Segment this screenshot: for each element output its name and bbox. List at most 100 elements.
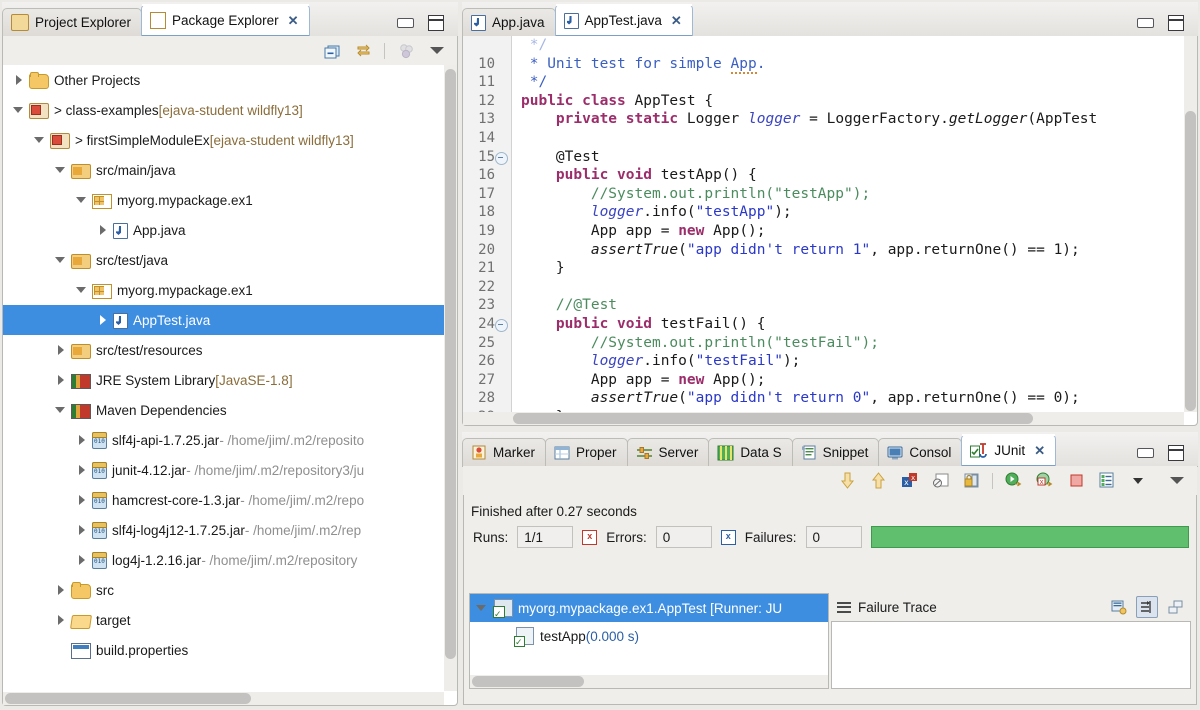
tree-item[interactable]: junit-4.12.jar - /home/jim/.m2/repositor… [3, 455, 444, 485]
tree-item-label: myorg.mypackage.ex1 [117, 192, 253, 208]
expand-arrow-closed[interactable] [76, 464, 89, 477]
package-explorer-tree[interactable]: Other Projects > class-examples [ejava-st… [3, 65, 444, 691]
tab-app-java[interactable]: App.java [462, 8, 556, 36]
package-explorer-view: Project Explorer Package Explorer ✕ Othe… [2, 2, 458, 706]
expand-arrow-open[interactable] [476, 602, 489, 615]
explorer-horizontal-scrollbar[interactable] [3, 692, 444, 705]
collapse-all-icon[interactable] [322, 41, 342, 61]
tab-package-explorer[interactable]: Package Explorer ✕ [141, 4, 310, 36]
filter-stack-trace-icon[interactable] [1136, 596, 1158, 618]
expand-arrow-closed[interactable] [76, 494, 89, 507]
tree-item[interactable]: JRE System Library [JavaSE-1.8] [3, 365, 444, 395]
show-failures-only-icon[interactable]: xx [899, 471, 919, 491]
tree-item[interactable]: target [3, 605, 444, 635]
expand-arrow-closed[interactable] [76, 554, 89, 567]
expand-arrow-open[interactable] [13, 104, 26, 117]
fold-collapse-icon[interactable] [495, 151, 508, 165]
scroll-lock-icon[interactable] [961, 471, 981, 491]
stop-test-run-icon[interactable] [1066, 471, 1086, 491]
editor-gutter[interactable]: 1011121314151617181920212223242526272829 [463, 36, 512, 412]
test-result-row-selected[interactable]: myorg.mypackage.ex1.AppTest [Runner: JU [470, 594, 828, 622]
compare-result-icon[interactable] [1109, 597, 1129, 617]
tab-marker[interactable]: Marker [462, 438, 547, 466]
test-run-history-icon[interactable] [1097, 471, 1117, 491]
results-horizontal-scrollbar[interactable] [470, 675, 828, 688]
next-failed-test-icon[interactable] [837, 471, 857, 491]
trace-view-menu-icon[interactable] [1165, 597, 1185, 617]
maximize-button[interactable] [1168, 15, 1184, 31]
tree-item[interactable]: slf4j-log4j12-1.7.25.jar - /home/jim/.m2… [3, 515, 444, 545]
editor-vertical-scrollbar[interactable] [1184, 36, 1197, 412]
expand-arrow-open[interactable] [34, 134, 47, 147]
test-results-tree[interactable]: myorg.mypackage.ex1.AppTest [Runner: JU t… [469, 593, 829, 689]
tree-item[interactable]: > class-examples [ejava-student wildfly1… [3, 95, 444, 125]
tab-project-explorer[interactable]: Project Explorer [2, 8, 143, 36]
focus-on-active-task-icon[interactable] [396, 41, 416, 61]
tab-junit[interactable]: JUnit ✕ [961, 434, 1057, 466]
expand-arrow-closed[interactable] [76, 434, 89, 447]
expand-arrow-closed[interactable] [55, 584, 68, 597]
tree-item[interactable]: src/test/resources [3, 335, 444, 365]
tree-item[interactable]: build.properties [3, 635, 444, 665]
expand-arrow-closed[interactable] [97, 314, 110, 327]
tab-label: App.java [492, 15, 545, 30]
close-icon[interactable]: ✕ [671, 13, 682, 29]
show-ignored-tests-icon[interactable] [930, 471, 950, 491]
expand-arrow-open[interactable] [76, 194, 89, 207]
code-area[interactable]: 1011121314151617181920212223242526272829… [463, 36, 1184, 412]
explorer-vertical-scrollbar[interactable] [444, 65, 457, 691]
expand-arrow-closed[interactable] [55, 614, 68, 627]
tree-item[interactable]: slf4j-api-1.7.25.jar - /home/jim/.m2/rep… [3, 425, 444, 455]
maximize-button[interactable] [428, 15, 444, 31]
tab-server[interactable]: Server [626, 438, 710, 466]
close-icon[interactable]: ✕ [288, 13, 299, 29]
tree-item[interactable]: myorg.mypackage.ex1 [3, 275, 444, 305]
history-dropdown-icon[interactable] [1128, 471, 1148, 491]
expand-arrow-closed[interactable] [76, 524, 89, 537]
tree-item[interactable]: Maven Dependencies [3, 395, 444, 425]
code-line: //@Test [521, 297, 618, 314]
close-icon[interactable]: ✕ [1034, 443, 1045, 459]
minimize-button[interactable] [397, 18, 414, 28]
code-text[interactable]: */ * Unit test for simple App. */public … [511, 36, 1184, 412]
expand-arrow-closed[interactable] [97, 224, 110, 237]
tree-item[interactable]: Other Projects [3, 65, 444, 95]
tab-snippet[interactable]: Snippet [791, 438, 880, 466]
tree-item[interactable]: src/test/java [3, 245, 444, 275]
view-menu-icon[interactable] [1167, 471, 1187, 491]
tab-proper[interactable]: Proper [545, 438, 628, 466]
tree-item-selected[interactable]: AppTest.java [3, 305, 444, 335]
test-result-row[interactable]: testApp (0.000 s) [470, 622, 828, 650]
minimize-button[interactable] [1137, 448, 1154, 458]
link-with-editor-icon[interactable] [353, 41, 373, 61]
previous-failed-test-icon[interactable] [868, 471, 888, 491]
expand-arrow-open[interactable] [55, 164, 68, 177]
expand-arrow-closed[interactable] [55, 344, 68, 357]
tree-item-label: hamcrest-core-1.3.jar [112, 492, 241, 508]
tab-consol[interactable]: Consol [878, 438, 963, 466]
tree-item[interactable]: myorg.mypackage.ex1 [3, 185, 444, 215]
rerun-test-icon[interactable] [1004, 471, 1024, 491]
tab-apptest-java[interactable]: AppTest.java ✕ [554, 4, 693, 36]
maximize-button[interactable] [1168, 445, 1184, 461]
rerun-failed-tests-icon[interactable]: x [1035, 471, 1055, 491]
expand-arrow-closed[interactable] [55, 374, 68, 387]
tree-item[interactable]: src [3, 575, 444, 605]
expand-arrow-open[interactable] [55, 404, 68, 417]
tab-data-s[interactable]: Data S [708, 438, 793, 466]
expand-arrow-open[interactable] [76, 284, 89, 297]
tree-item[interactable]: src/main/java [3, 155, 444, 185]
jar-icon [92, 552, 107, 569]
editor-horizontal-scrollbar[interactable] [463, 412, 1184, 425]
tree-item[interactable]: log4j-1.2.16.jar - /home/jim/.m2/reposit… [3, 545, 444, 575]
fold-collapse-icon[interactable] [495, 318, 508, 332]
expand-arrow-closed[interactable] [13, 74, 26, 87]
failure-trace-content[interactable] [831, 621, 1191, 689]
minimize-button[interactable] [1137, 18, 1154, 28]
view-menu-icon[interactable] [427, 41, 447, 61]
expand-arrow-none [498, 630, 511, 643]
tree-item[interactable]: hamcrest-core-1.3.jar - /home/jim/.m2/re… [3, 485, 444, 515]
expand-arrow-open[interactable] [55, 254, 68, 267]
tree-item[interactable]: App.java [3, 215, 444, 245]
tree-item[interactable]: > firstSimpleModuleEx [ejava-student wil… [3, 125, 444, 155]
